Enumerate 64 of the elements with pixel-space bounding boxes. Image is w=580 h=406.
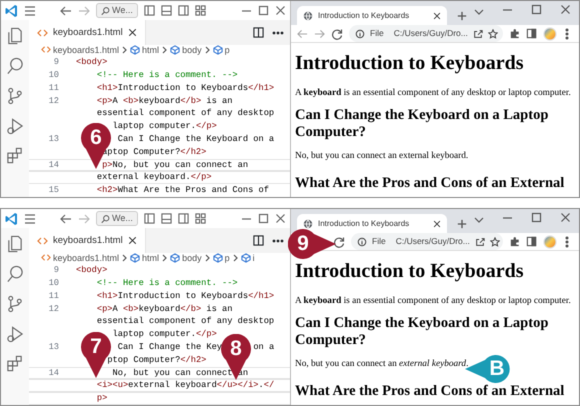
code-line: <!-- Here is a comment. --> bbox=[96, 277, 238, 290]
code-line: <i><u>external keyboard</u></i>.</ bbox=[96, 379, 274, 392]
page-subheading: What Are the Pros and Cons of an External bbox=[295, 383, 564, 400]
code-line: <p>A <b>keyboard</b> bbox=[96, 302, 202, 316]
code-line: p>No, but you can connect an bbox=[102, 158, 248, 172]
breadcrumb[interactable]: keyboards1.html bbox=[41, 253, 120, 264]
code-line: <h1>Introduction to Keyboards</h1> bbox=[96, 290, 274, 303]
address-bar[interactable]: File C:/Users/Guy/Dro... bbox=[351, 233, 503, 250]
line-number: 10 bbox=[48, 277, 59, 290]
page-subheading: What Are the Pros and Cons of an External bbox=[295, 175, 564, 192]
browser-tab[interactable]: Introduction to Keyboards bbox=[297, 6, 447, 25]
address-bar[interactable]: File C:/Users/Guy/Dro... bbox=[349, 25, 503, 42]
code-line: on a bbox=[253, 341, 274, 354]
breadcrumb[interactable]: html bbox=[130, 45, 160, 56]
code-line: Can I Change the Keyboard on a bbox=[118, 133, 274, 146]
browser-tab[interactable]: Introduction to Keyboards bbox=[297, 214, 447, 233]
page-paragraph: No, but you can connect an external keyboard. bbox=[295, 150, 468, 162]
code-line: <body> bbox=[76, 264, 108, 278]
code-line: ptop Computer?</h2> bbox=[107, 354, 206, 367]
breadcrumb[interactable]: i bbox=[240, 253, 255, 264]
page-paragraph: No, but you can connect an external keyboard. bbox=[295, 358, 468, 370]
line-number: 13 bbox=[48, 341, 59, 354]
editor-tab[interactable]: keyboards1.html bbox=[29, 228, 146, 254]
code-line: laptop computer.</p> bbox=[112, 328, 217, 342]
page-paragraph: A keyboard is an essential component of any desktop or laptop computer. bbox=[295, 87, 571, 99]
line-number: 15 bbox=[48, 184, 59, 197]
page-subheading: Can I Change the Keyboard on a Laptop Computer? bbox=[295, 107, 550, 141]
line-number: 9 bbox=[52, 264, 59, 278]
breadcrumb[interactable]: p bbox=[212, 45, 230, 56]
breadcrumb[interactable]: body bbox=[170, 253, 202, 264]
line-number: 14 bbox=[48, 366, 59, 380]
breadcrumb[interactable]: html bbox=[130, 253, 160, 264]
code-line: essential component of any desktop bbox=[96, 107, 274, 120]
code-line: <!-- Here is a comment. --> bbox=[96, 69, 238, 82]
line-number: 12 bbox=[48, 94, 59, 108]
page-heading: Introduction to Keyboards bbox=[295, 259, 524, 283]
code-line: laptop computer.</p> bbox=[112, 120, 217, 134]
step-callout: 9 bbox=[288, 229, 336, 259]
page-heading: Introduction to Keyboards bbox=[295, 51, 524, 75]
search-field[interactable]: We... bbox=[96, 3, 138, 18]
line-number: 11 bbox=[48, 82, 59, 95]
line-number: 10 bbox=[48, 69, 59, 82]
page-paragraph: A keyboard is an essential component of any desktop or laptop computer. bbox=[295, 295, 571, 307]
code-line: essential component of any desktop bbox=[96, 315, 274, 328]
line-number: 9 bbox=[52, 56, 59, 70]
breadcrumb[interactable]: p bbox=[212, 253, 230, 264]
code-line: is an bbox=[206, 302, 232, 316]
code-line: external keyboard.</p> bbox=[96, 171, 212, 184]
code-line: p> bbox=[96, 392, 108, 405]
editor-tab[interactable]: keyboards1.html bbox=[29, 20, 146, 46]
line-number: 13 bbox=[48, 133, 59, 146]
breadcrumb[interactable]: body bbox=[170, 45, 202, 56]
code-line: <h1>Introduction to Keyboards</h1> bbox=[96, 82, 274, 95]
code-line: Can I Change the Key bbox=[118, 341, 222, 354]
line-number: 14 bbox=[48, 158, 59, 172]
code-line: <p>A <b>keyboard</b> bbox=[96, 94, 202, 108]
search-field[interactable]: We... bbox=[96, 211, 138, 226]
breadcrumb[interactable]: keyboards1.html bbox=[41, 45, 120, 56]
code-line: <body> bbox=[76, 56, 108, 70]
line-number: 12 bbox=[48, 302, 59, 316]
page-subheading: Can I Change the Keyboard on a Laptop Computer? bbox=[295, 315, 550, 349]
code-line: is an bbox=[206, 94, 232, 108]
line-number: 11 bbox=[48, 290, 59, 303]
code-line: <h2>What Are the Pros and Cons of bbox=[96, 184, 269, 197]
